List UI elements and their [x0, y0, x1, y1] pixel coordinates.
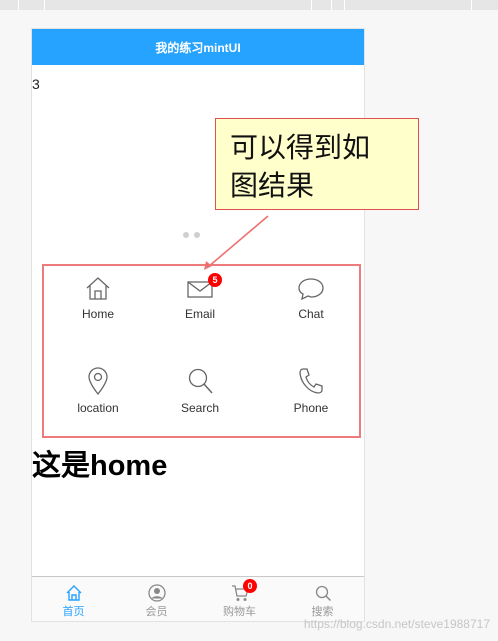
tab-label: 购物车: [223, 606, 256, 618]
grid-item-label: location: [77, 401, 119, 415]
strip-divider: [44, 0, 45, 10]
grid-item-label: Search: [180, 401, 220, 415]
grid-item-label: Phone: [293, 401, 329, 415]
home-icon: [86, 277, 110, 300]
strip-divider: [344, 0, 345, 10]
header-title: 我的练习mintUI: [155, 40, 241, 55]
grid-item-search[interactable]: Search: [150, 366, 250, 436]
tab-member[interactable]: 会员: [115, 577, 198, 621]
phone-icon: [299, 368, 323, 394]
callout-line: 图结果: [230, 169, 315, 202]
grid-item-label: Chat: [298, 307, 324, 321]
cart-badge: 0: [243, 579, 257, 593]
strip-divider: [311, 0, 312, 10]
callout-line: 可以得到如: [230, 131, 371, 164]
tab-home[interactable]: 首页: [32, 577, 115, 621]
app-header: 我的练习mintUI: [32, 29, 364, 65]
watermark: https://blog.csdn.net/steve1988717: [303, 617, 490, 631]
swipe-indicator: [183, 232, 200, 238]
email-badge: 5: [208, 273, 222, 287]
tab-cart[interactable]: 0 购物车: [198, 577, 281, 621]
tab-label: 会员: [145, 606, 168, 618]
annotation-callout: 可以得到如 图结果: [215, 118, 419, 210]
grid-item-phone[interactable]: Phone: [261, 366, 361, 436]
swipe-dot[interactable]: [194, 232, 200, 238]
strip-divider: [471, 0, 472, 10]
grid-item-location[interactable]: location: [48, 366, 148, 436]
swipe-dot[interactable]: [183, 232, 189, 238]
strip-divider: [18, 0, 19, 10]
search-icon: [188, 368, 213, 394]
user-icon: [147, 584, 166, 602]
chat-icon: [298, 278, 324, 301]
grid-item-chat[interactable]: Chat: [261, 274, 361, 344]
search-icon: [315, 585, 331, 602]
bottom-tabbar: 首页 会员 0 购物车 搜索: [32, 576, 364, 621]
home-icon: [66, 585, 81, 601]
grid-item-label: Home: [81, 307, 114, 321]
grid-item-home[interactable]: Home: [48, 274, 148, 344]
tab-search[interactable]: 搜索: [281, 577, 364, 621]
location-icon: [88, 367, 108, 396]
tab-label: 首页: [62, 606, 85, 618]
strip-divider: [331, 0, 332, 10]
icon-grid: Home 5 Email Chat location Search Phone: [42, 264, 361, 438]
page-heading: 这是home: [32, 450, 168, 482]
grid-item-label: Email: [184, 307, 215, 321]
grid-item-email[interactable]: 5 Email: [150, 273, 250, 344]
browser-top-strip: [0, 0, 498, 10]
counter-value: 3: [32, 76, 40, 92]
